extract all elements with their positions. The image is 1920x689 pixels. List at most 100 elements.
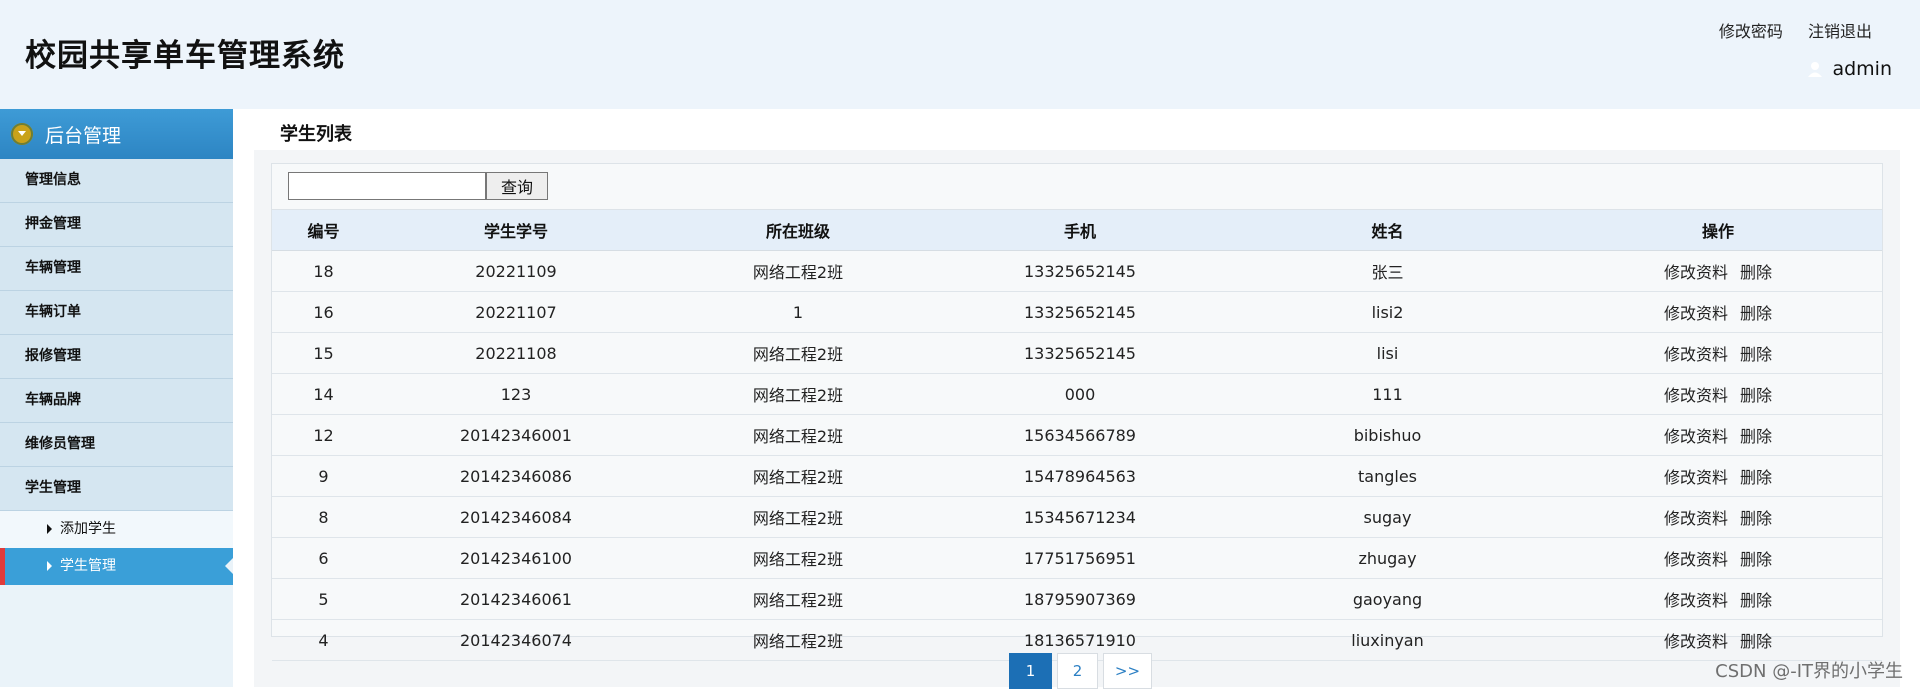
cell-student-no: 123 bbox=[375, 373, 657, 415]
table-row: 12 20142346001 网络工程2班 15634566789 bibish… bbox=[272, 414, 1882, 456]
cell-actions: 修改资料 删除 bbox=[1554, 250, 1882, 292]
user-icon bbox=[1806, 60, 1824, 78]
cell-name: bibishuo bbox=[1221, 414, 1554, 456]
delete-link[interactable]: 删除 bbox=[1740, 632, 1772, 651]
cell-student-no: 20221108 bbox=[375, 332, 657, 374]
table-header-row: 编号 学生学号 所在班级 手机 姓名 操作 bbox=[272, 210, 1882, 251]
top-links: 修改密码 注销退出 bbox=[1699, 18, 1872, 42]
delete-link[interactable]: 删除 bbox=[1740, 304, 1772, 323]
sidebar-subitem-student-manage[interactable]: 学生管理 bbox=[0, 548, 233, 585]
page-button-current[interactable]: 1 bbox=[1009, 653, 1052, 689]
active-notch bbox=[225, 558, 233, 574]
cell-name: zhugay bbox=[1221, 537, 1554, 579]
cell-name: 张三 bbox=[1221, 250, 1554, 292]
cell-phone: 18795907369 bbox=[939, 578, 1221, 620]
sidebar-item-vehicles[interactable]: 车辆管理 bbox=[0, 247, 233, 291]
cell-class: 网络工程2班 bbox=[657, 332, 939, 374]
username: admin bbox=[1832, 58, 1892, 80]
search-button[interactable]: 查询 bbox=[486, 172, 548, 200]
cell-id: 8 bbox=[272, 496, 375, 538]
column-header-phone: 手机 bbox=[939, 210, 1221, 251]
logout-link[interactable]: 注销退出 bbox=[1808, 22, 1872, 41]
delete-link[interactable]: 删除 bbox=[1740, 427, 1772, 446]
cell-phone: 13325652145 bbox=[939, 291, 1221, 333]
search-input[interactable] bbox=[288, 172, 486, 200]
cell-student-no: 20142346061 bbox=[375, 578, 657, 620]
cell-phone: 13325652145 bbox=[939, 332, 1221, 374]
app-title: 校园共享单车管理系统 bbox=[25, 38, 345, 74]
edit-link[interactable]: 修改资料 bbox=[1664, 386, 1728, 405]
cell-student-no: 20142346001 bbox=[375, 414, 657, 456]
edit-link[interactable]: 修改资料 bbox=[1664, 304, 1728, 323]
edit-link[interactable]: 修改资料 bbox=[1664, 468, 1728, 487]
cell-student-no: 20142346084 bbox=[375, 496, 657, 538]
table-row: 14 123 网络工程2班 000 111 修改资料 删除 bbox=[272, 373, 1882, 415]
sidebar-subitem-label: 学生管理 bbox=[60, 558, 116, 574]
cell-id: 9 bbox=[272, 455, 375, 497]
edit-link[interactable]: 修改资料 bbox=[1664, 509, 1728, 528]
sidebar-item-brands[interactable]: 车辆品牌 bbox=[0, 379, 233, 423]
chevron-down-icon bbox=[11, 123, 33, 145]
sidebar-subitem-add-student[interactable]: 添加学生 bbox=[0, 511, 233, 548]
cell-class: 网络工程2班 bbox=[657, 619, 939, 661]
delete-link[interactable]: 删除 bbox=[1740, 345, 1772, 364]
delete-link[interactable]: 删除 bbox=[1740, 550, 1772, 569]
cell-class: 网络工程2班 bbox=[657, 455, 939, 497]
cell-id: 14 bbox=[272, 373, 375, 415]
table-row: 8 20142346084 网络工程2班 15345671234 sugay 修… bbox=[272, 496, 1882, 538]
cell-student-no: 20142346074 bbox=[375, 619, 657, 661]
delete-link[interactable]: 删除 bbox=[1740, 468, 1772, 487]
column-header-name: 姓名 bbox=[1221, 210, 1554, 251]
cell-id: 18 bbox=[272, 250, 375, 292]
table-row: 9 20142346086 网络工程2班 15478964563 tangles… bbox=[272, 455, 1882, 497]
table-row: 18 20221109 网络工程2班 13325652145 张三 修改资料 删除 bbox=[272, 250, 1882, 292]
sidebar-title: 后台管理 bbox=[45, 124, 122, 147]
sidebar-item-students[interactable]: 学生管理 bbox=[0, 467, 233, 511]
sidebar-item-orders[interactable]: 车辆订单 bbox=[0, 291, 233, 335]
sidebar: 后台管理 管理信息 押金管理 车辆管理 车辆订单 报修管理 车辆品牌 维修员管理… bbox=[0, 109, 233, 687]
cell-id: 6 bbox=[272, 537, 375, 579]
sidebar-header[interactable]: 后台管理 bbox=[0, 109, 233, 159]
cell-name: gaoyang bbox=[1221, 578, 1554, 620]
edit-link[interactable]: 修改资料 bbox=[1664, 427, 1728, 446]
edit-link[interactable]: 修改资料 bbox=[1664, 263, 1728, 282]
user-box: admin bbox=[1806, 58, 1892, 80]
cell-class: 网络工程2班 bbox=[657, 537, 939, 579]
cell-phone: 15478964563 bbox=[939, 455, 1221, 497]
student-table: 编号 学生学号 所在班级 手机 姓名 操作 18 20221109 网络工程2班… bbox=[272, 210, 1882, 661]
sidebar-item-deposit[interactable]: 押金管理 bbox=[0, 203, 233, 247]
delete-link[interactable]: 删除 bbox=[1740, 263, 1772, 282]
search-row: 查询 bbox=[272, 164, 1882, 210]
cell-name: sugay bbox=[1221, 496, 1554, 538]
next-page-button[interactable]: >> bbox=[1103, 653, 1152, 689]
table-row: 15 20221108 网络工程2班 13325652145 lisi 修改资料… bbox=[272, 332, 1882, 374]
column-header-actions: 操作 bbox=[1554, 210, 1882, 251]
page-button[interactable]: 2 bbox=[1057, 653, 1098, 689]
change-password-link[interactable]: 修改密码 bbox=[1719, 22, 1783, 41]
cell-class: 网络工程2班 bbox=[657, 578, 939, 620]
sidebar-item-repairmen[interactable]: 维修员管理 bbox=[0, 423, 233, 467]
column-header-class: 所在班级 bbox=[657, 210, 939, 251]
cell-phone: 15345671234 bbox=[939, 496, 1221, 538]
watermark: CSDN @-IT界的小学生 bbox=[1715, 661, 1903, 682]
cell-actions: 修改资料 删除 bbox=[1554, 414, 1882, 456]
cell-actions: 修改资料 删除 bbox=[1554, 373, 1882, 415]
edit-link[interactable]: 修改资料 bbox=[1664, 345, 1728, 364]
cell-id: 4 bbox=[272, 619, 375, 661]
edit-link[interactable]: 修改资料 bbox=[1664, 632, 1728, 651]
cell-actions: 修改资料 删除 bbox=[1554, 619, 1882, 661]
sidebar-item-admin-info[interactable]: 管理信息 bbox=[0, 159, 233, 203]
delete-link[interactable]: 删除 bbox=[1740, 386, 1772, 405]
sidebar-item-repairs[interactable]: 报修管理 bbox=[0, 335, 233, 379]
cell-actions: 修改资料 删除 bbox=[1554, 332, 1882, 374]
table-row: 5 20142346061 网络工程2班 18795907369 gaoyang… bbox=[272, 578, 1882, 620]
cell-class: 1 bbox=[657, 291, 939, 333]
delete-link[interactable]: 删除 bbox=[1740, 591, 1772, 610]
cell-phone: 13325652145 bbox=[939, 250, 1221, 292]
cell-phone: 000 bbox=[939, 373, 1221, 415]
edit-link[interactable]: 修改资料 bbox=[1664, 591, 1728, 610]
delete-link[interactable]: 删除 bbox=[1740, 509, 1772, 528]
cell-student-no: 20142346100 bbox=[375, 537, 657, 579]
edit-link[interactable]: 修改资料 bbox=[1664, 550, 1728, 569]
cell-name: tangles bbox=[1221, 455, 1554, 497]
